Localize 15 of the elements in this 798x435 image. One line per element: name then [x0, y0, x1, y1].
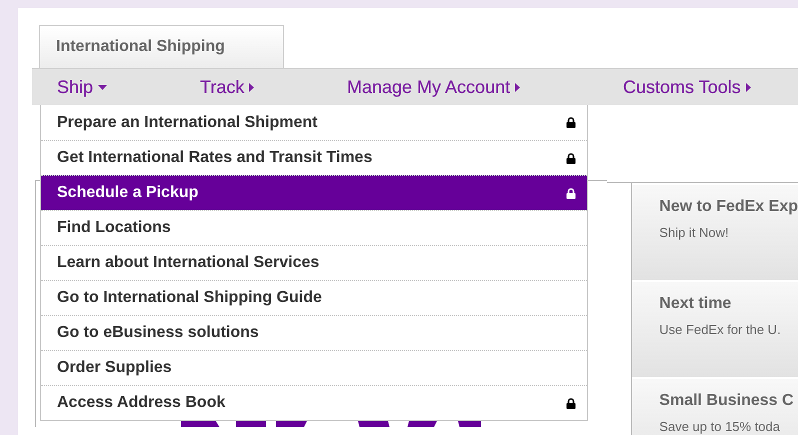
menu-item[interactable]: Schedule a Pickup: [41, 175, 587, 210]
promo-title: Small Business C: [659, 391, 795, 411]
nav-link[interactable]: Manage My Account: [347, 74, 520, 100]
promo-card[interactable]: Small Business C Save up to 15% toda: [632, 379, 798, 435]
promo-text: Save up to 15% toda: [659, 418, 781, 435]
tab[interactable]: International Shipping: [39, 25, 284, 68]
promo-card[interactable]: Next time Use FedEx for the U.: [632, 282, 798, 377]
promo-title: Next time: [659, 294, 732, 314]
nav-link[interactable]: Customs Tools: [623, 74, 751, 100]
nav-link[interactable]: Track: [200, 74, 254, 100]
nav-link[interactable]: Ship: [57, 74, 108, 100]
promo-text: Ship it Now!: [659, 224, 730, 242]
promo-title: New to FedEx Exp: [659, 197, 798, 217]
promo-card[interactable]: New to FedEx Exp Ship it Now!: [632, 185, 798, 280]
promo-text: Use FedEx for the U.: [659, 321, 782, 339]
